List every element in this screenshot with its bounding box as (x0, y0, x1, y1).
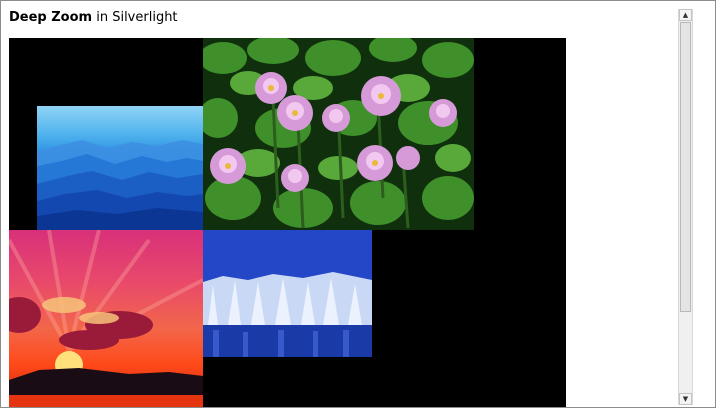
arrow-down-icon[interactable]: ▼ (679, 393, 692, 405)
vertical-scrollbar[interactable]: ▲ ▼ (678, 9, 693, 405)
deep-zoom-viewer[interactable] (9, 38, 566, 407)
scrollbar-thumb[interactable] (680, 22, 691, 312)
image-tile-mountains[interactable] (37, 106, 203, 230)
image-tile-frosted-forest[interactable] (203, 230, 372, 357)
mountains-image (37, 140, 203, 230)
page-title-rest: in Silverlight (92, 10, 178, 25)
water-lilies-image (203, 38, 474, 230)
sunset-image (9, 230, 203, 407)
browser-page: Deep Zoom in Silverlight ▲ ▼ (0, 0, 716, 408)
page-title-bold: Deep Zoom (9, 10, 93, 25)
image-tile-sunset[interactable] (9, 230, 203, 407)
page-title: Deep Zoom in Silverlight (9, 10, 178, 25)
arrow-up-icon[interactable]: ▲ (679, 9, 692, 21)
image-tile-water-lilies[interactable] (203, 38, 474, 230)
frosted-forest-image (203, 230, 372, 357)
